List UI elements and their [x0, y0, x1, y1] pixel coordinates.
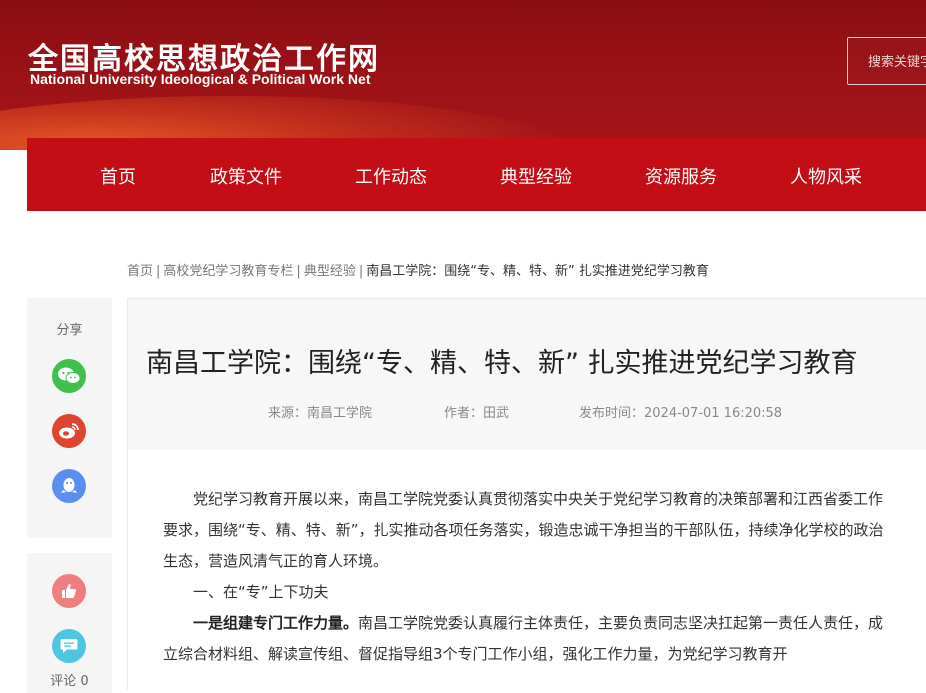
article-header: 南昌工学院：围绕“专、精、特、新” 扎实推进党纪学习教育 来源：南昌工学院 作者…	[127, 298, 926, 450]
share-panel: 分享	[27, 298, 112, 538]
share-label: 分享	[56, 323, 83, 338]
main-nav: 首页 政策文件 工作动态 典型经验 资源服务 人物风采	[27, 138, 926, 211]
nav-item-people[interactable]: 人物风采	[790, 163, 862, 189]
nav-item-experience[interactable]: 典型经验	[500, 163, 572, 189]
weibo-icon[interactable]	[52, 414, 86, 448]
qq-icon[interactable]	[52, 469, 86, 503]
action-panel: 评论 0	[27, 553, 112, 693]
breadcrumb-separator: |	[358, 264, 364, 279]
thumbs-up-glyph	[62, 584, 77, 598]
paragraph-lead: 一是组建专门工作力量。	[193, 614, 359, 632]
nav-item-resources[interactable]: 资源服务	[645, 163, 717, 189]
like-icon[interactable]	[52, 574, 86, 608]
site-logo-en: National University Ideological & Politi…	[30, 71, 371, 87]
weibo-glyph	[59, 423, 79, 439]
article-title: 南昌工学院：围绕“专、精、特、新” 扎实推进党纪学习教育	[146, 348, 858, 379]
article-body: 党纪学习教育开展以来，南昌工学院党委认真贯彻落实中央关于党纪学习教育的决策部署和…	[127, 450, 926, 690]
breadcrumb-home[interactable]: 首页	[127, 264, 153, 279]
qq-glyph	[61, 478, 77, 493]
article-section-heading: 一、在“专”上下功夫	[193, 583, 329, 601]
article-paragraph: 党纪学习教育开展以来，南昌工学院党委认真贯彻落实中央关于党纪学习教育的决策部署和…	[163, 490, 884, 570]
nav-item-policy[interactable]: 政策文件	[210, 163, 282, 189]
breadcrumb: 首页 | 高校党纪学习教育专栏 | 典型经验 | 南昌工学院：围绕“专、精、特、新” 扎实推…	[127, 260, 709, 279]
article-paragraph: 一是组建专门工作力量。南昌工学院党委认真履行主体责任，主要负责同志坚决扛起第一责…	[163, 608, 893, 670]
breadcrumb-category[interactable]: 典型经验	[304, 264, 356, 279]
wechat-glyph	[58, 367, 81, 384]
breadcrumb-separator: |	[296, 264, 301, 279]
search-input[interactable]	[848, 38, 926, 86]
article-publish-time: 发布时间：2024-07-01 16:20:58	[579, 406, 783, 421]
breadcrumb-separator: |	[156, 264, 161, 279]
article-source: 来源：南昌工学院	[268, 406, 373, 421]
comment-icon[interactable]	[52, 629, 86, 663]
breadcrumb-column[interactable]: 高校党纪学习教育专栏	[163, 264, 293, 279]
wechat-icon[interactable]	[52, 359, 86, 393]
comment-count: 评论 0	[50, 674, 89, 689]
breadcrumb-current: 南昌工学院：围绕“专、精、特、新” 扎实推进党纪学习教育	[366, 264, 709, 279]
search-box[interactable]	[847, 37, 926, 86]
article-author: 作者：田武	[444, 406, 510, 421]
nav-item-news[interactable]: 工作动态	[355, 163, 427, 189]
nav-item-home[interactable]: 首页	[100, 163, 136, 189]
comment-glyph	[60, 639, 78, 653]
